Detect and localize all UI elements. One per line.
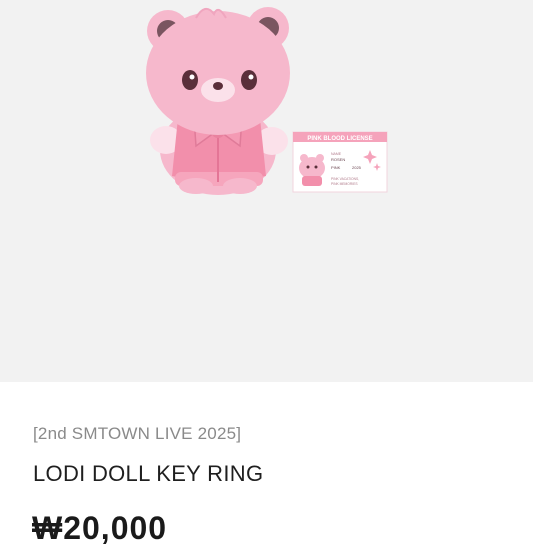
license-card: PINK BLOOD LICENSE NAME ROSEN PINK 2025 …	[292, 131, 388, 193]
product-image[interactable]: PINK BLOOD LICENSE NAME ROSEN PINK 2025 …	[0, 0, 533, 382]
license-field-type: PINK	[331, 165, 341, 170]
license-field-name: NAME	[331, 152, 342, 156]
product-price: ₩20,000	[32, 510, 168, 546]
license-footer-line2: PINK MEMORIES	[331, 182, 358, 186]
license-value-year: 2025	[352, 165, 362, 170]
product-info: [2nd SMTOWN LIVE 2025] LODI DOLL KEY RIN…	[0, 382, 533, 546]
collection-label: [2nd SMTOWN LIVE 2025]	[33, 424, 242, 443]
bear-doll-figure	[146, 7, 290, 195]
product-title: LODI DOLL KEY RING	[33, 461, 264, 486]
license-footer-line1: PINK VACATIONS,	[331, 177, 359, 181]
license-card-title: PINK BLOOD LICENSE	[307, 136, 372, 142]
license-value-name: ROSEN	[331, 157, 345, 162]
